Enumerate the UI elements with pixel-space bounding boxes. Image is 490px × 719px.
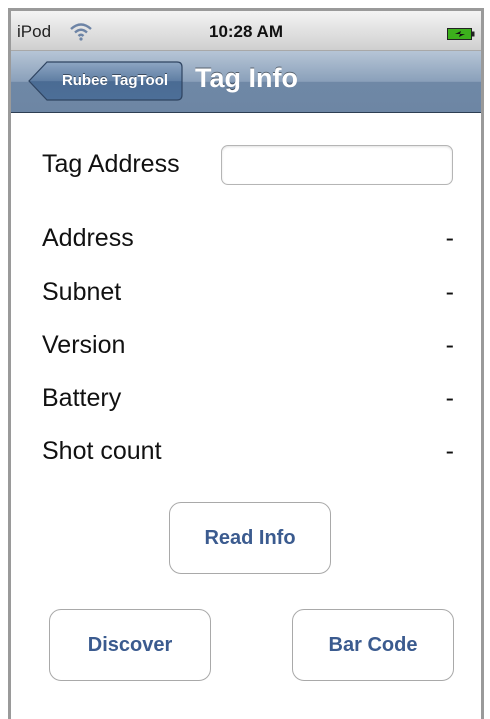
bar-code-button[interactable]: Bar Code xyxy=(292,609,454,681)
back-button[interactable]: Rubee TagTool xyxy=(27,61,183,101)
device-frame: iPod 10:28 AM Rubee TagTool Tag Info Tag… xyxy=(0,0,490,719)
address-value: - xyxy=(445,224,454,252)
address-label: Address xyxy=(42,224,134,252)
tag-address-label: Tag Address xyxy=(42,150,180,178)
discover-button-label: Discover xyxy=(87,633,173,656)
read-info-button-label: Read Info xyxy=(204,526,296,549)
navigation-bar: Rubee TagTool Tag Info xyxy=(11,51,481,113)
page-title: Tag Info xyxy=(195,63,298,93)
version-value: - xyxy=(445,331,454,359)
shot-count-label: Shot count xyxy=(42,437,162,465)
status-time: 10:28 AM xyxy=(208,22,283,41)
battery-charging-icon xyxy=(447,27,475,40)
frame-border-right xyxy=(481,8,484,719)
read-info-button[interactable]: Read Info xyxy=(169,502,331,574)
status-bar: iPod 10:28 AM xyxy=(11,11,481,51)
back-button-label: Rubee TagTool xyxy=(61,72,169,89)
shot-count-value: - xyxy=(445,437,454,465)
discover-button[interactable]: Discover xyxy=(49,609,211,681)
tag-address-input[interactable] xyxy=(221,145,453,185)
bar-code-button-label: Bar Code xyxy=(328,633,418,656)
battery-label: Battery xyxy=(42,384,122,412)
subnet-value: - xyxy=(445,278,454,306)
version-label: Version xyxy=(42,331,126,359)
subnet-label: Subnet xyxy=(42,278,122,306)
battery-value: - xyxy=(445,384,454,412)
screen: iPod 10:28 AM Rubee TagTool Tag Info Tag… xyxy=(11,11,481,719)
